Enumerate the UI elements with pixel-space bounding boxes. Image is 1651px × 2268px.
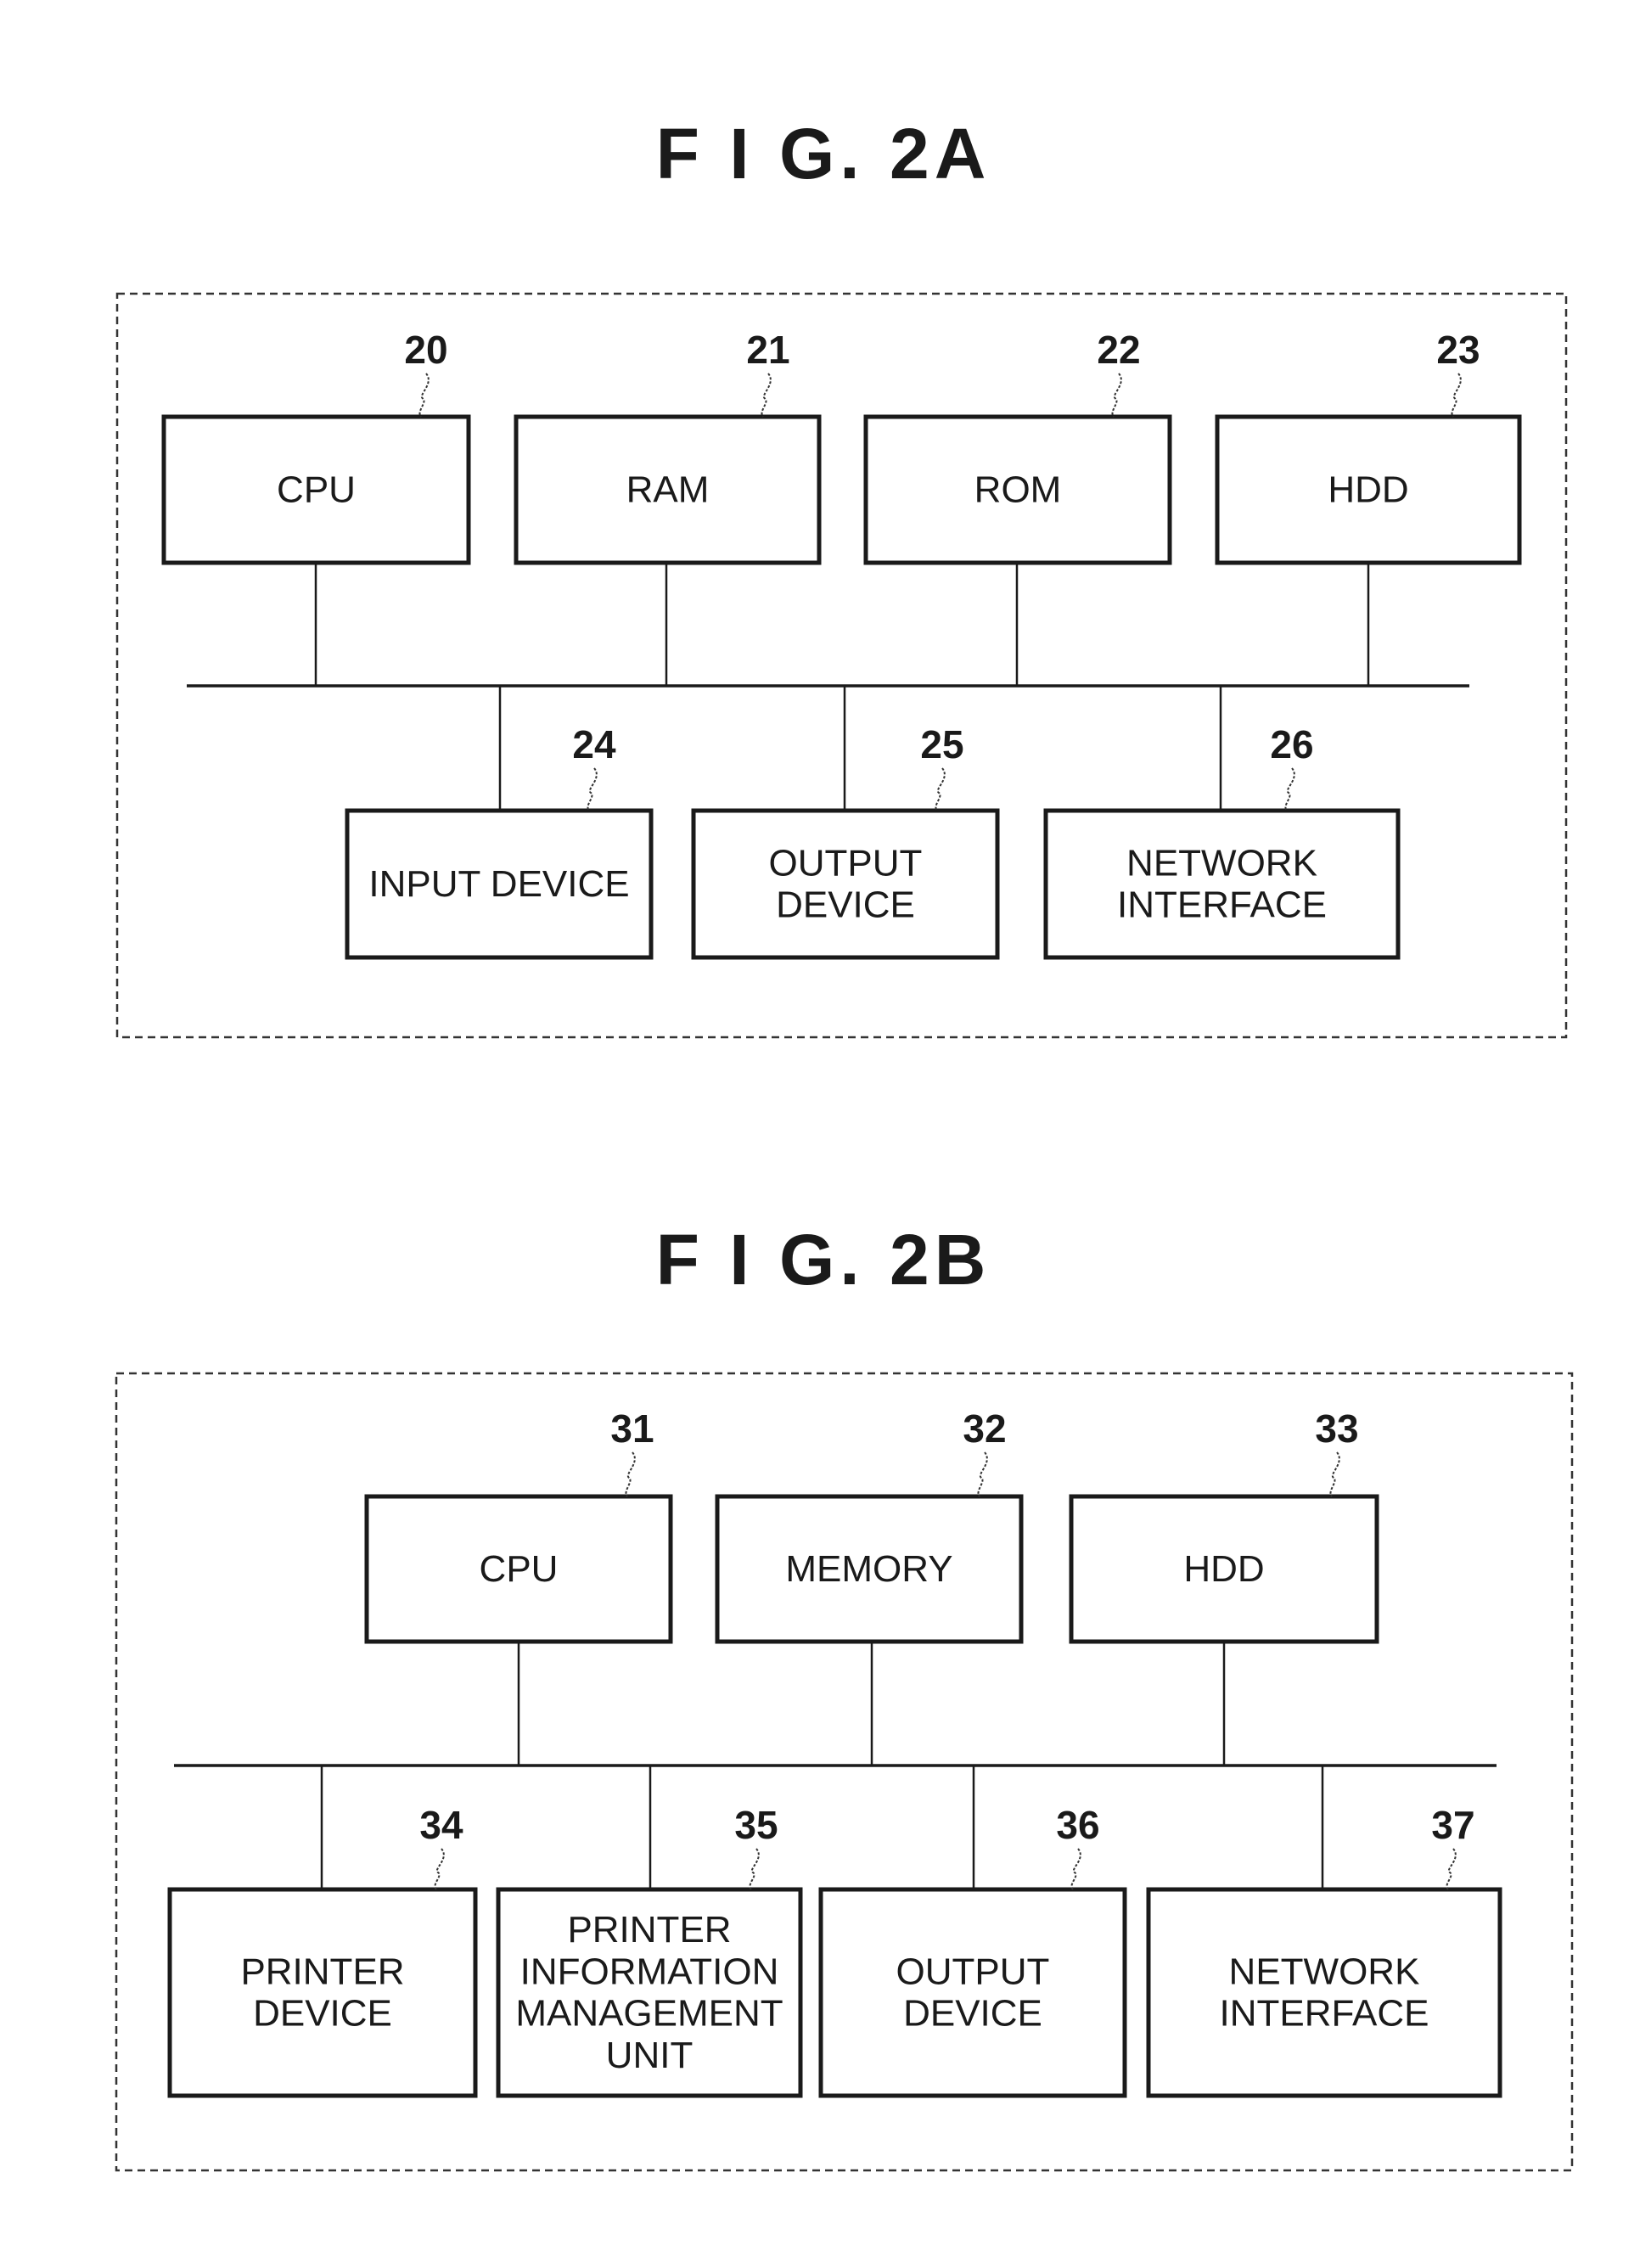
block-label-line: MEMORY (785, 1548, 952, 1590)
reference-numeral: 21 (746, 328, 789, 372)
leader-line (1451, 373, 1462, 418)
block-label-line: RAM (626, 469, 710, 511)
block-label-line: PRINTER (240, 1951, 404, 1992)
leader-line (587, 767, 598, 811)
leader-line (1329, 1451, 1340, 1497)
leader-line (1111, 373, 1122, 418)
reference-numeral: 37 (1431, 1803, 1474, 1847)
reference-numeral: 32 (963, 1406, 1006, 1451)
block-label-line: INPUT DEVICE (368, 863, 629, 905)
leader-line (1284, 767, 1295, 811)
block-hdd: HDD 33 (1069, 1406, 1379, 1644)
block-label-line: DEVICE (776, 884, 915, 926)
leader-line (935, 767, 946, 811)
leader-line (434, 1848, 445, 1890)
block-label-line: DEVICE (903, 1993, 1042, 2035)
leader-line (749, 1848, 760, 1890)
reference-numeral: 24 (572, 722, 616, 766)
fig-2a: F I G. 2A CPU 20 RAM 21 ROM 22 HDD 23 INPUT DEVIC… (115, 114, 1568, 1039)
figure-title: F I G. 2B (656, 1220, 991, 1300)
block-cpu: CPU 20 (161, 328, 471, 565)
reference-numeral: 20 (404, 328, 447, 372)
leader-line (1446, 1848, 1457, 1890)
reference-numeral: 26 (1270, 722, 1313, 766)
block-label-line: DEVICE (253, 1993, 392, 2035)
reference-numeral: 34 (419, 1803, 463, 1847)
patent-figure-sheet: F I G. 2A CPU 20 RAM 21 ROM 22 HDD 23 INPUT DEVIC… (115, 114, 1574, 2172)
block-network-interface: NETWORKINTERFACE 37 (1146, 1803, 1502, 2098)
block-rom: ROM 22 (863, 328, 1172, 565)
reference-numeral: 36 (1056, 1803, 1099, 1847)
leader-line (1070, 1848, 1081, 1890)
reference-numeral: 35 (734, 1803, 778, 1847)
block-label-line: INFORMATION (520, 1951, 779, 1992)
block-network-interface: NETWORKINTERFACE 26 (1043, 722, 1401, 960)
block-label-line: HDD (1183, 1548, 1264, 1590)
block-label-line: INTERFACE (1117, 884, 1327, 926)
reference-numeral: 23 (1436, 328, 1480, 372)
reference-numeral: 31 (610, 1406, 654, 1451)
block-label-line: UNIT (606, 2035, 694, 2076)
block-label-line: NETWORK (1229, 1951, 1420, 1992)
leader-line (761, 373, 772, 418)
block-hdd: HDD 23 (1215, 328, 1522, 565)
block-label-line: MANAGEMENT (515, 1993, 783, 2035)
figure-title: F I G. 2A (656, 114, 991, 194)
block-cpu: CPU 31 (364, 1406, 673, 1644)
reference-numeral: 33 (1315, 1406, 1358, 1451)
block-label-line: PRINTER (567, 1909, 731, 1951)
leader-line (977, 1451, 988, 1497)
block-label-line: NETWORK (1126, 842, 1317, 884)
leader-line (418, 373, 430, 418)
block-label-line: CPU (277, 469, 356, 511)
block-ram: RAM 21 (514, 328, 822, 565)
block-label-line: OUTPUT (769, 842, 923, 884)
leader-line (625, 1451, 636, 1497)
reference-numeral: 22 (1097, 328, 1140, 372)
block-memory: MEMORY 32 (715, 1406, 1024, 1644)
block-label-line: OUTPUT (896, 1951, 1050, 1992)
block-label-line: HDD (1328, 469, 1408, 511)
block-label-line: ROM (974, 469, 1062, 511)
fig-2b: F I G. 2BCPU31MEMORY32HDD33PRINTERDEVICE… (115, 1220, 1574, 2172)
reference-numeral: 25 (920, 722, 963, 766)
block-label-line: INTERFACE (1220, 1993, 1429, 2035)
block-label-line: CPU (480, 1548, 559, 1590)
